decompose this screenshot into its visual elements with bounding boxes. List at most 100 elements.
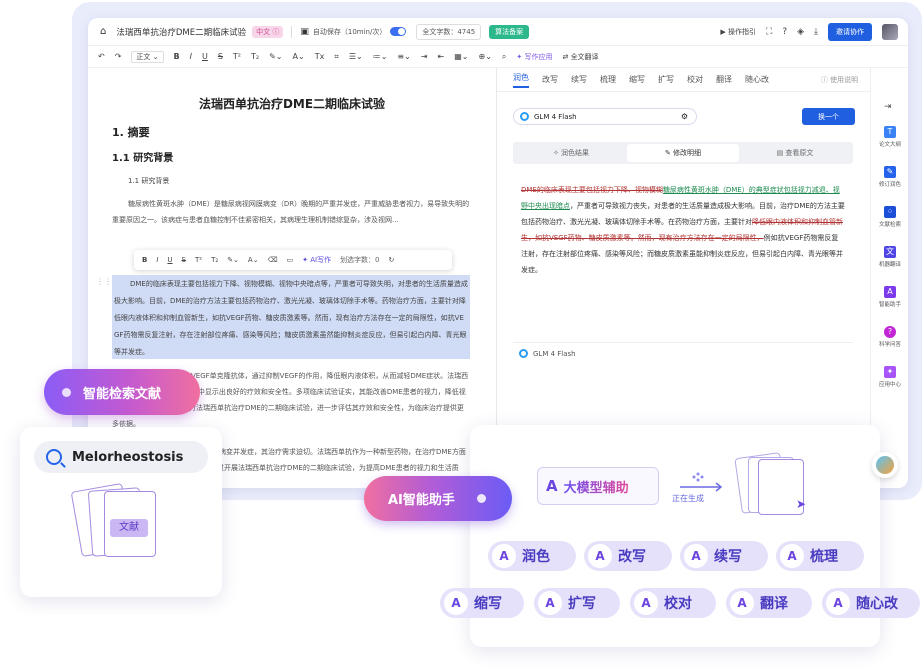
- feature-proofread[interactable]: A 校对: [630, 588, 716, 618]
- underline-icon[interactable]: U: [202, 52, 208, 61]
- right-tool-rail: ⇥ T 论文大纲 ✎ 修订润色 ⁘ 文献检索 文机器翻译 A 智能助手 ? 科学问答 ✦ 应…: [870, 68, 908, 488]
- align-icon[interactable]: ≡⌄: [397, 52, 410, 61]
- rail-item-qa[interactable]: ? 科学问答: [871, 326, 908, 348]
- underline-icon[interactable]: U: [167, 256, 172, 264]
- search-input[interactable]: Melorheostosis: [34, 441, 208, 473]
- search-icon: [46, 449, 62, 465]
- highlight-icon[interactable]: ✎⌄: [227, 256, 239, 264]
- rail-item-apps[interactable]: ✦ 应用中心: [871, 366, 908, 388]
- italic-icon[interactable]: I: [156, 256, 158, 264]
- save-icon[interactable]: ▣: [300, 27, 309, 37]
- strikethrough-icon[interactable]: S: [182, 256, 186, 264]
- rail-item-literature[interactable]: ⁘ 文献检索: [871, 206, 908, 228]
- invite-collab-button[interactable]: 邀请协作: [828, 22, 872, 41]
- clear-format-icon[interactable]: Tx: [315, 52, 325, 61]
- tab-continue[interactable]: 续写: [571, 74, 587, 85]
- indent-icon[interactable]: ⇥: [421, 52, 428, 61]
- feature-organize[interactable]: A 梳理: [776, 541, 864, 571]
- feature-continue[interactable]: A 续写: [680, 541, 768, 571]
- tab-rewrite[interactable]: 改写: [542, 74, 558, 85]
- rail-item-translate[interactable]: 文机器翻译: [871, 246, 908, 268]
- tab-expand[interactable]: 扩写: [658, 74, 674, 85]
- ai-logo-icon: A: [684, 544, 708, 568]
- seg-view-original[interactable]: ▤ 查看原文: [739, 144, 851, 162]
- feature-rewrite[interactable]: A 改写: [584, 541, 672, 571]
- settings-icon[interactable]: ⚙: [681, 112, 688, 121]
- fullscreen-icon[interactable]: ⛶: [766, 27, 772, 37]
- comment-icon[interactable]: ▭: [286, 256, 293, 264]
- feature-freeform[interactable]: A 随心改: [822, 588, 920, 618]
- model-select[interactable]: GLM 4 Flash ⚙: [513, 108, 697, 125]
- refresh-icon[interactable]: ↻: [389, 256, 395, 264]
- translate-all-button[interactable]: ⇄ 全文翻译: [562, 52, 598, 62]
- tab-proofread[interactable]: 校对: [687, 74, 703, 85]
- ordered-list-icon[interactable]: ≔⌄: [373, 52, 388, 61]
- download-icon[interactable]: ⤓: [814, 27, 818, 37]
- document-editor[interactable]: 法瑞西单抗治疗DME二期临床试验 1. 摘要 1.1 研究背景 1.1 研究背景…: [88, 68, 496, 488]
- subscript-icon[interactable]: T₂: [251, 52, 259, 61]
- polish-result-text[interactable]: DME的临床表现主要包括视力下降、视物模糊糖尿病性黄斑水肿（DME）的典型症状包…: [513, 176, 853, 332]
- smart-search-label: 智能检索文献: [83, 386, 162, 402]
- paragraph-style-select[interactable]: 正文 ⌄: [131, 50, 164, 63]
- strikethrough-icon[interactable]: S: [218, 52, 223, 61]
- seg-polish-result[interactable]: ✧ 润色结果: [515, 144, 627, 162]
- help-icon[interactable]: ?: [782, 27, 787, 37]
- font-color-icon[interactable]: A⌄: [248, 256, 259, 264]
- redo-icon[interactable]: ↷: [115, 52, 122, 61]
- collapse-icon[interactable]: ⇥: [884, 102, 892, 112]
- avatar[interactable]: [882, 23, 898, 40]
- ai-logo-icon: A: [492, 544, 516, 568]
- table-icon[interactable]: ▦⌄: [454, 52, 468, 61]
- model-logo-icon: [520, 112, 529, 121]
- layers-icon[interactable]: ◈: [797, 27, 804, 37]
- tab-shorten[interactable]: 缩写: [629, 74, 645, 85]
- guide-button[interactable]: ▶ 操作指引: [720, 27, 756, 37]
- bold-icon[interactable]: B: [174, 52, 180, 61]
- highlight-icon[interactable]: ✎⌄: [269, 52, 282, 61]
- rail-label: 文献检索: [878, 222, 901, 228]
- feature-polish[interactable]: A 润色: [488, 541, 576, 571]
- feature-shorten[interactable]: A 缩写: [440, 588, 524, 618]
- home-icon[interactable]: ⌂: [100, 26, 106, 37]
- rail-item-outline[interactable]: T 论文大纲: [871, 126, 908, 148]
- tab-freeform[interactable]: 随心改: [745, 74, 769, 85]
- regenerate-button[interactable]: 换一个: [802, 108, 855, 125]
- feature-translate[interactable]: A 翻译: [726, 588, 812, 618]
- tab-organize[interactable]: 梳理: [600, 74, 616, 85]
- subscript-icon[interactable]: T₂: [211, 256, 218, 264]
- literature-icon: ⁘: [884, 206, 896, 218]
- outdent-icon[interactable]: ⇤: [438, 52, 445, 61]
- insert-icon[interactable]: ⊕⌄: [478, 52, 491, 61]
- algorithm-filing-badge[interactable]: 算法备案: [489, 24, 530, 39]
- selected-paragraph[interactable]: DME的临床表现主要包括视力下降、视物模糊、视物中央暗点等，严重者可导致失明，对…: [112, 275, 470, 359]
- unordered-list-icon[interactable]: ☰⌄: [349, 52, 363, 61]
- model-footer: GLM 4 Flash: [513, 342, 853, 364]
- writing-apps-button[interactable]: ✦ 写作应用: [516, 52, 552, 62]
- clear-format-icon[interactable]: ⌫: [268, 256, 278, 264]
- tab-polish[interactable]: 润色: [513, 72, 529, 88]
- font-color-icon[interactable]: A⌄: [293, 52, 305, 61]
- document-title[interactable]: 法瑞西单抗治疗DME二期临床试验: [116, 26, 246, 38]
- heading-3: 1.1 研究背景: [128, 177, 170, 185]
- ai-write-button[interactable]: ✦ AI写作: [302, 255, 331, 265]
- superscript-icon[interactable]: T²: [233, 52, 241, 61]
- ai-logo-icon: A: [538, 591, 562, 615]
- format-painter-icon[interactable]: ⌗: [334, 52, 339, 62]
- tab-translate[interactable]: 翻译: [716, 74, 732, 85]
- search-icon[interactable]: ⌕: [502, 52, 506, 62]
- assistant-avatar-button[interactable]: [872, 452, 898, 478]
- rail-label: 论文大纲: [878, 142, 901, 148]
- bold-icon[interactable]: B: [142, 256, 147, 264]
- language-badge[interactable]: 中文 ⓘ: [252, 25, 284, 38]
- help-link[interactable]: ⓘ 使用说明: [821, 75, 858, 85]
- autosave-toggle[interactable]: [390, 27, 407, 36]
- rail-item-assistant[interactable]: A 智能助手: [871, 286, 908, 308]
- seg-edit-details[interactable]: ✎ 修改明细: [627, 144, 739, 162]
- rail-item-revise[interactable]: ✎ 修订润色: [871, 166, 908, 188]
- heading-2: 1.1 研究背景: [112, 153, 174, 164]
- drag-handle-icon[interactable]: ⋮⋮: [96, 277, 112, 286]
- italic-icon[interactable]: I: [190, 52, 192, 61]
- undo-icon[interactable]: ↶: [98, 52, 105, 61]
- superscript-icon[interactable]: T²: [195, 256, 202, 264]
- feature-expand[interactable]: A 扩写: [534, 588, 620, 618]
